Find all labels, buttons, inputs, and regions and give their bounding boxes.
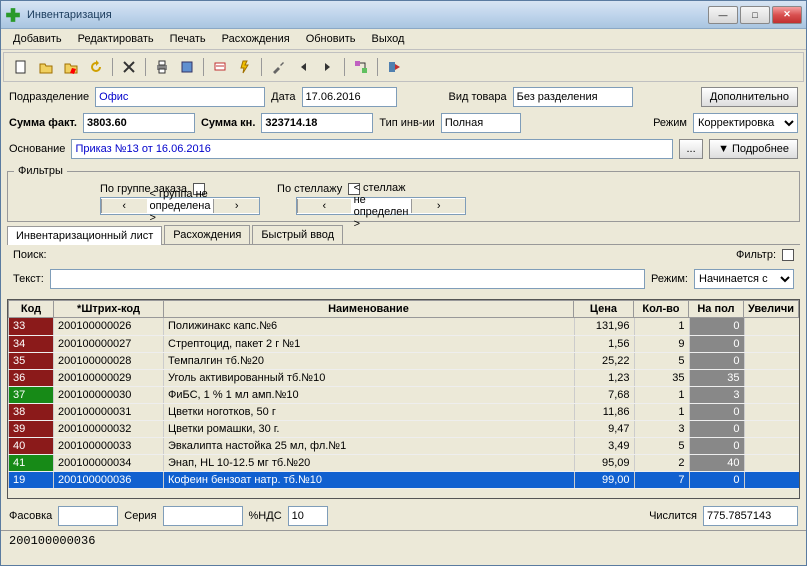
new-doc-icon[interactable]: [10, 56, 32, 78]
sumkn-input[interactable]: [261, 113, 373, 133]
column-header[interactable]: Наименование: [164, 301, 574, 318]
column-header[interactable]: На пол: [688, 301, 743, 318]
refresh-icon[interactable]: [85, 56, 107, 78]
table-row[interactable]: 34200100000027Стрептоцид, пакет 2 г №11,…: [9, 335, 800, 352]
table-row[interactable]: 35200100000028Темпалгин тб.№2025,2250: [9, 352, 800, 369]
open-folder-icon[interactable]: [35, 56, 57, 78]
print-icon[interactable]: [151, 56, 173, 78]
vat-label: %НДС: [249, 510, 282, 522]
chevron-right-icon[interactable]: ›: [213, 199, 259, 213]
search-legend: Поиск:: [13, 249, 47, 261]
down-arrow-icon: ▼: [718, 143, 729, 155]
status-bar: 200100000036: [1, 530, 806, 551]
dept-input[interactable]: [95, 87, 265, 107]
shelf-spinner[interactable]: ‹ < стеллаж не определен > ›: [296, 197, 466, 215]
extra-button[interactable]: Дополнительно: [701, 87, 798, 107]
titlebar: Инвентаризация — □ ✕: [1, 1, 806, 29]
goods-input[interactable]: [513, 87, 633, 107]
sumfact-input[interactable]: [83, 113, 195, 133]
sumfact-label: Сумма факт.: [9, 117, 77, 129]
basis-input[interactable]: [71, 139, 673, 159]
tab[interactable]: Инвентаризационный лист: [7, 226, 162, 245]
table-row[interactable]: 19200100000036Кофеин бензоат натр. тб.№1…: [9, 471, 800, 488]
chevron-right-icon[interactable]: ›: [411, 199, 465, 213]
delete-icon[interactable]: [118, 56, 140, 78]
sumkn-label: Сумма кн.: [201, 117, 255, 129]
transfer-icon[interactable]: [350, 56, 372, 78]
group-spinner[interactable]: ‹ < группа не определена > ›: [100, 197, 260, 215]
series-input[interactable]: [163, 506, 243, 526]
search-mode-label: Режим:: [651, 273, 688, 285]
filter-checkbox[interactable]: [782, 249, 794, 261]
minimize-button[interactable]: —: [708, 6, 738, 24]
app-icon: [5, 7, 21, 23]
arrow-left-icon[interactable]: [292, 56, 314, 78]
table-row[interactable]: 40200100000033Эвкалипта настойка 25 мл, …: [9, 437, 800, 454]
table-row[interactable]: 39200100000032Цветки ромашки, 30 г.9,473…: [9, 420, 800, 437]
filter-label: Фильтр:: [736, 249, 776, 261]
mode-select[interactable]: Корректировка: [693, 113, 798, 133]
column-header[interactable]: Увеличи: [743, 301, 798, 318]
search-mode-select[interactable]: Начинается с: [694, 269, 794, 289]
toolbar: [3, 52, 804, 82]
pack-input[interactable]: [58, 506, 118, 526]
goods-label: Вид товара: [449, 91, 507, 103]
column-header[interactable]: Кол-во: [633, 301, 688, 318]
vat-input[interactable]: [288, 506, 328, 526]
date-label: Дата: [271, 91, 295, 103]
menu-item[interactable]: Добавить: [5, 31, 70, 47]
menu-item[interactable]: Расхождения: [214, 31, 298, 47]
data-grid: Код*Штрих-кодНаименованиеЦенаКол-воНа по…: [7, 299, 800, 499]
date-input[interactable]: [302, 87, 397, 107]
flash-icon[interactable]: [234, 56, 256, 78]
arrow-right-icon[interactable]: [317, 56, 339, 78]
menu-item[interactable]: Редактировать: [70, 31, 162, 47]
tab[interactable]: Расхождения: [164, 225, 250, 244]
filters-fieldset: Фильтры По группе заказа По стеллажу ‹ <…: [7, 165, 800, 222]
invtype-label: Тип инв-ии: [379, 117, 434, 129]
more-button[interactable]: ▼Подробнее: [709, 139, 798, 159]
tab-strip: Инвентаризационный листРасхожденияБыстры…: [1, 225, 806, 244]
column-header[interactable]: Цена: [573, 301, 633, 318]
folder-edit-icon[interactable]: [60, 56, 82, 78]
column-header[interactable]: Код: [9, 301, 54, 318]
byshelf-label: По стеллажу: [277, 183, 342, 195]
count-label: Числится: [649, 510, 697, 522]
menu-item[interactable]: Выход: [364, 31, 413, 47]
scan-icon[interactable]: [209, 56, 231, 78]
window-title: Инвентаризация: [27, 9, 708, 21]
search-text-label: Текст:: [13, 273, 44, 285]
chevron-left-icon[interactable]: ‹: [101, 199, 147, 213]
table-row[interactable]: 38200100000031Цветки ноготков, 50 г11,86…: [9, 403, 800, 420]
table-row[interactable]: 33200100000026Полижинакс капс.№6131,9610: [9, 318, 800, 335]
series-label: Серия: [124, 510, 156, 522]
exit-icon[interactable]: [383, 56, 405, 78]
pack-label: Фасовка: [9, 510, 52, 522]
table-row[interactable]: 36200100000029Уголь активированный тб.№1…: [9, 369, 800, 386]
tab[interactable]: Быстрый ввод: [252, 225, 343, 244]
menu-item[interactable]: Печать: [162, 31, 214, 47]
mode-label: Режим: [653, 117, 687, 129]
count-input[interactable]: [703, 506, 798, 526]
search-input[interactable]: [50, 269, 645, 289]
chevron-left-icon[interactable]: ‹: [297, 199, 351, 213]
table-row[interactable]: 41200100000034Энап, HL 10-12.5 мг тб.№20…: [9, 454, 800, 471]
tools-icon[interactable]: [267, 56, 289, 78]
column-header[interactable]: *Штрих-код: [54, 301, 164, 318]
basis-label: Основание: [9, 143, 65, 155]
dept-label: Подразделение: [9, 91, 89, 103]
menu-item[interactable]: Обновить: [298, 31, 364, 47]
invtype-input[interactable]: [441, 113, 521, 133]
maximize-button[interactable]: □: [740, 6, 770, 24]
menubar: ДобавитьРедактироватьПечатьРасхожденияОб…: [1, 29, 806, 50]
preview-icon[interactable]: [176, 56, 198, 78]
basis-browse-button[interactable]: ...: [679, 139, 703, 159]
close-button[interactable]: ✕: [772, 6, 802, 24]
table-row[interactable]: 37200100000030ФиБС, 1 % 1 мл амп.№107,68…: [9, 386, 800, 403]
